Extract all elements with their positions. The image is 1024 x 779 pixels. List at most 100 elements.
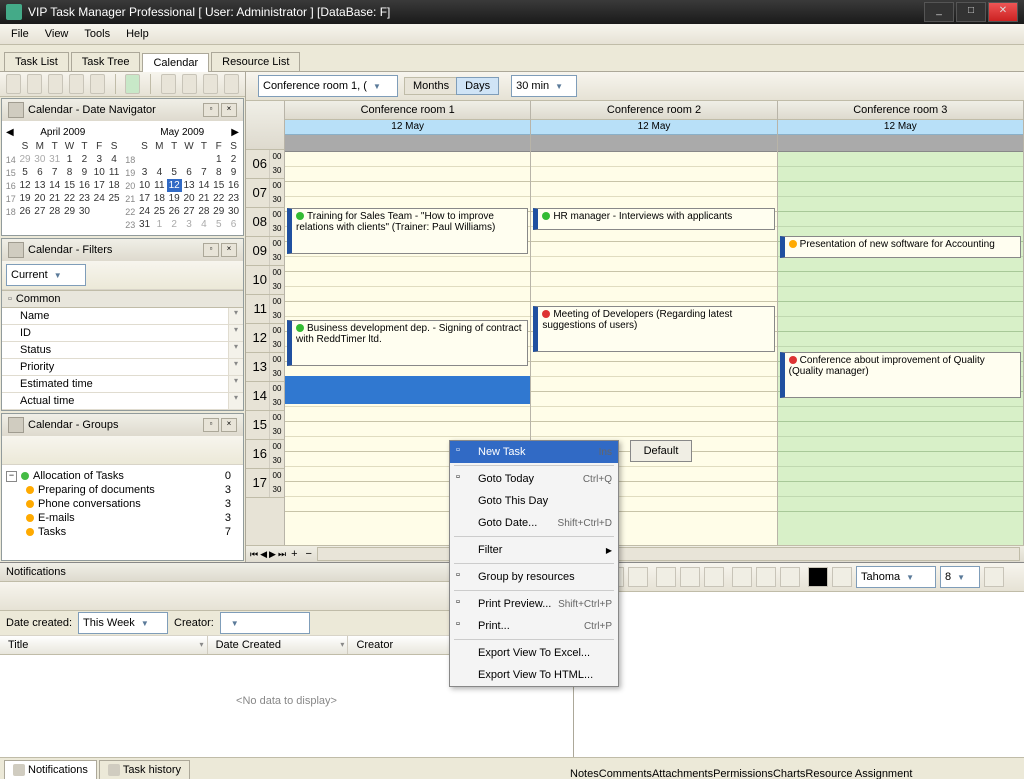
context-menu-item[interactable]: ▫ Print Preview... Shift+Ctrl+P (450, 593, 618, 615)
detail-body[interactable] (574, 592, 1024, 757)
calendar-event[interactable]: Training for Sales Team - "How to improv… (287, 208, 528, 254)
creator-combo[interactable]: ▼ (220, 612, 310, 634)
calendar-event[interactable]: Presentation of new software for Account… (780, 236, 1021, 258)
dropdown-icon[interactable]: ▾ (228, 308, 243, 324)
toolbar-btn[interactable] (203, 74, 218, 94)
nav-prev-icon[interactable]: ◀ (260, 549, 267, 560)
detail-tab[interactable]: Attachments (652, 768, 713, 779)
context-menu-item[interactable]: ▫ Goto Today Ctrl+Q (450, 468, 618, 490)
tree-root[interactable]: −Allocation of Tasks0 (6, 469, 239, 483)
bold-icon[interactable] (656, 567, 676, 587)
close-button[interactable]: ✕ (988, 2, 1018, 22)
font-color-icon[interactable] (808, 567, 828, 587)
column-header[interactable]: Title▾ (0, 636, 208, 654)
calendar-event[interactable]: HR manager - Interviews with applicants (533, 208, 774, 230)
next-month-icon[interactable]: ▶ (231, 127, 239, 138)
toolbar-btn[interactable] (69, 74, 84, 94)
filter-row[interactable]: ID▾ (2, 325, 243, 342)
context-menu-item[interactable]: ▫ Print... Ctrl+P (450, 615, 618, 637)
toolbar-btn[interactable] (48, 74, 63, 94)
tree-item[interactable]: Phone conversations3 (26, 497, 239, 511)
dropdown-icon[interactable]: ▾ (200, 640, 204, 649)
month-grid[interactable]: SMTWTFS142930311234155678910111612131415… (4, 140, 122, 218)
panel-close-icon[interactable]: × (221, 103, 237, 117)
calendar-event[interactable]: Conference about improvement of Quality … (780, 352, 1021, 398)
context-menu-item[interactable]: Goto Date... Shift+Ctrl+D (450, 512, 618, 534)
filter-preset-combo[interactable]: Current▼ (6, 264, 86, 286)
default-button[interactable]: Default (630, 440, 692, 462)
panel-pin-icon[interactable]: ▫ (203, 243, 219, 257)
filter-row[interactable]: Status▾ (2, 342, 243, 359)
filter-row[interactable]: Actual time▾ (2, 393, 243, 410)
panel-close-icon[interactable]: × (221, 418, 237, 432)
toolbar-btn[interactable] (832, 567, 852, 587)
dropdown-icon[interactable]: ▾ (228, 359, 243, 375)
month-grid[interactable]: SMTWTFS181219345678920101112131415162117… (124, 140, 242, 231)
menu-file[interactable]: File (4, 26, 36, 42)
toolbar-btn[interactable] (90, 74, 105, 94)
column-header[interactable]: Date Created▾ (208, 636, 349, 654)
date-created-combo[interactable]: This Week▼ (78, 612, 168, 634)
toolbar-btn[interactable] (224, 74, 239, 94)
tree-item[interactable]: Tasks7 (26, 525, 239, 539)
allday-row[interactable] (778, 135, 1023, 152)
nav-add-icon[interactable]: + (288, 548, 300, 560)
toolbar-btn[interactable] (984, 567, 1004, 587)
prev-month-icon[interactable]: ◀ (6, 127, 14, 138)
filter-row[interactable]: Name▾ (2, 308, 243, 325)
tab-resource-list[interactable]: Resource List (211, 52, 300, 71)
tab-task-list[interactable]: Task List (4, 52, 69, 71)
filter-row[interactable]: Estimated time▾ (2, 376, 243, 393)
panel-pin-icon[interactable]: ▫ (203, 418, 219, 432)
minimize-button[interactable]: _ (924, 2, 954, 22)
toolbar-btn[interactable] (182, 74, 197, 94)
tree-item[interactable]: Preparing of documents3 (26, 483, 239, 497)
dropdown-icon[interactable]: ▾ (228, 342, 243, 358)
nav-next-icon[interactable]: ▶ (269, 549, 276, 560)
context-menu-item[interactable]: ▫ Group by resources (450, 566, 618, 588)
align-center-icon[interactable] (756, 567, 776, 587)
calendar-event[interactable]: Business development dep. - Signing of c… (287, 320, 528, 366)
detail-tab[interactable]: Notes (570, 768, 599, 779)
context-menu-item[interactable]: ▫ New Task Ins (450, 441, 618, 463)
interval-combo[interactable]: 30 min▼ (511, 75, 577, 97)
toolbar-btn[interactable] (628, 567, 648, 587)
dropdown-icon[interactable]: ▾ (228, 325, 243, 341)
collapse-icon[interactable]: − (6, 471, 17, 482)
seg-days[interactable]: Days (456, 77, 499, 95)
italic-icon[interactable] (680, 567, 700, 587)
nav-last-icon[interactable]: ⏭ (278, 549, 286, 560)
dropdown-icon[interactable]: ▾ (228, 376, 243, 392)
font-size-combo[interactable]: 8▼ (940, 566, 980, 588)
context-menu-item[interactable]: Filter ▶ (450, 539, 618, 561)
context-menu-item[interactable]: Goto This Day (450, 490, 618, 512)
filter-row[interactable]: Priority▾ (2, 359, 243, 376)
nav-first-icon[interactable]: ⏮ (250, 549, 258, 560)
context-menu-item[interactable]: Export View To Excel... (450, 642, 618, 664)
tab-task-tree[interactable]: Task Tree (71, 52, 141, 71)
time-slots[interactable]: Presentation of new software for Account… (778, 152, 1023, 545)
h-scrollbar[interactable] (317, 547, 1020, 561)
column-header[interactable]: Creator▾ (348, 636, 460, 654)
allday-row[interactable] (285, 135, 530, 152)
maximize-button[interactable]: □ (956, 2, 986, 22)
toolbar-btn[interactable] (27, 74, 42, 94)
seg-months[interactable]: Months (405, 78, 457, 94)
detail-tab[interactable]: Permissions (713, 768, 773, 779)
dropdown-icon[interactable]: ▾ (340, 640, 344, 649)
context-menu-item[interactable]: Export View To HTML... (450, 664, 618, 686)
detail-tab[interactable]: Resource Assignment (805, 768, 912, 779)
tree-item[interactable]: E-mails3 (26, 511, 239, 525)
panel-close-icon[interactable]: × (221, 243, 237, 257)
allday-row[interactable] (531, 135, 776, 152)
nav-remove-icon[interactable]: − (303, 548, 315, 560)
calendar-event[interactable]: Meeting of Developers (Regarding latest … (533, 306, 774, 352)
font-family-combo[interactable]: Tahoma▼ (856, 566, 936, 588)
refresh-icon[interactable] (125, 74, 140, 94)
menu-help[interactable]: Help (119, 26, 156, 42)
menu-tools[interactable]: Tools (77, 26, 117, 42)
detail-tab[interactable]: Charts (773, 768, 805, 779)
align-left-icon[interactable] (732, 567, 752, 587)
resource-combo[interactable]: Conference room 1, (▼ (258, 75, 398, 97)
detail-tab[interactable]: Comments (599, 768, 652, 779)
